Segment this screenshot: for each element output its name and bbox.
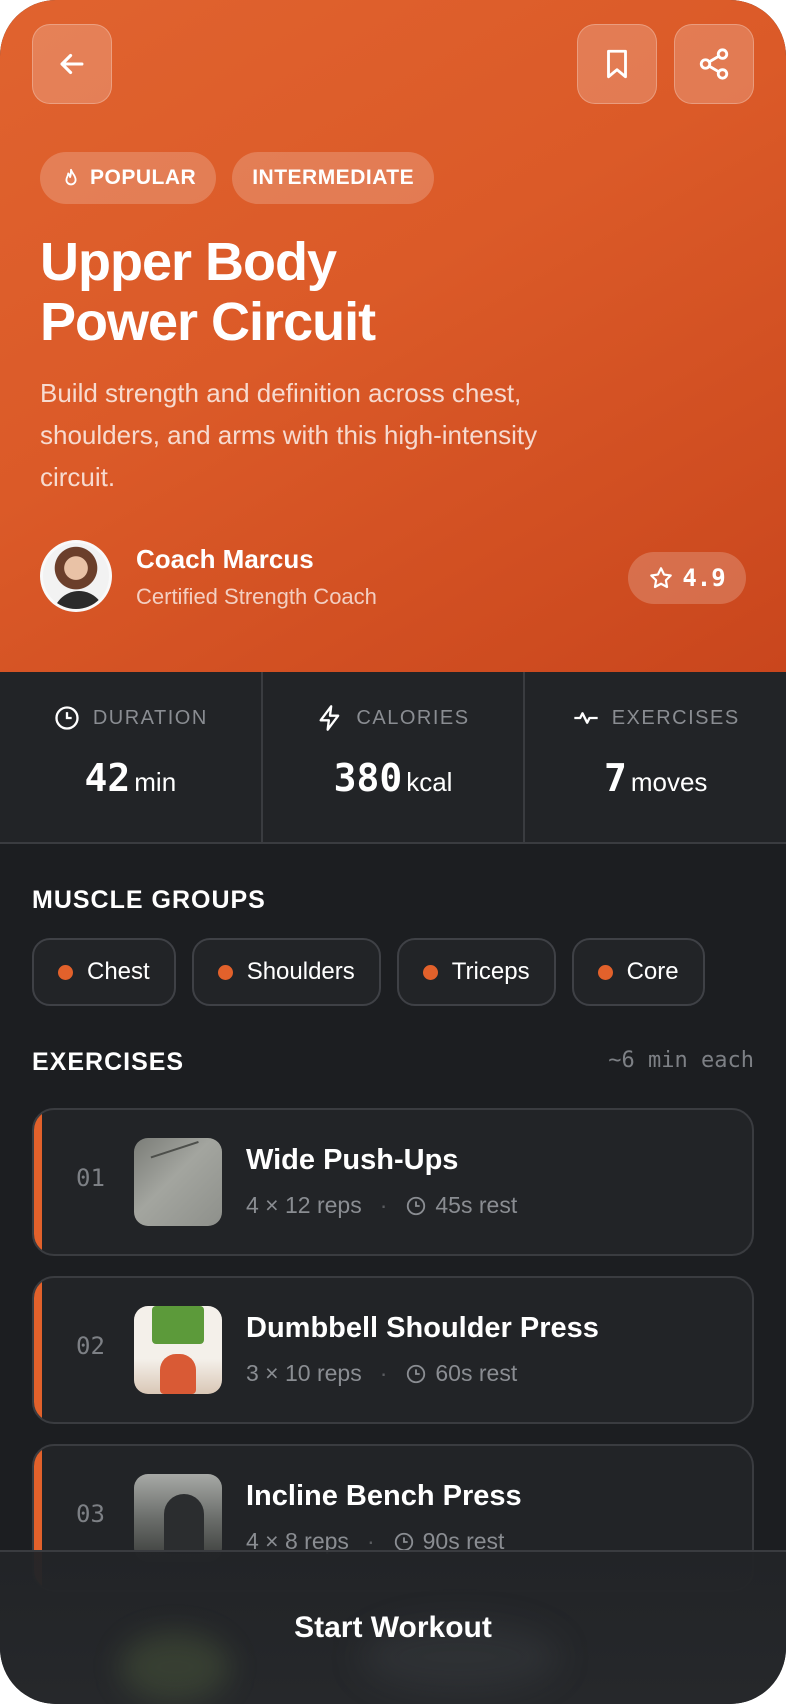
chip-label: Triceps (451, 958, 530, 985)
bookmark-icon (607, 49, 627, 79)
phone-screen: POPULAR INTERMEDIATE Upper Body Power Ci… (0, 0, 786, 1704)
exercise-thumbnail (134, 1138, 222, 1226)
exercise-number: 03 (76, 1500, 105, 1528)
stats-bar: DURATION 42 min CALORIES 380 kcal EXERCISE… (0, 672, 786, 844)
back-button[interactable] (32, 24, 112, 104)
coach-name: Coach Marcus (136, 544, 314, 574)
exercise-rest: 45s rest (435, 1192, 518, 1218)
exercise-card[interactable]: 02 Dumbbell Shoulder Press 3 × 10 reps ·… (32, 1276, 754, 1424)
stat-value: 380 (333, 756, 403, 800)
activity-icon (574, 712, 598, 724)
stat-label: DURATION (92, 706, 208, 729)
star-icon (650, 567, 673, 589)
tag-label: POPULAR (90, 166, 197, 189)
dot-icon (217, 964, 233, 980)
bookmark-button[interactable] (577, 24, 657, 104)
exercise-details: 4 × 12 reps · 45s rest (246, 1192, 518, 1218)
clock-icon (407, 1364, 426, 1383)
stat-calories: CALORIES 380 kcal (263, 672, 526, 842)
rating-badge: 4.9 (628, 552, 746, 604)
workout-description: Build strength and definition across che… (40, 378, 538, 492)
tag-list: POPULAR INTERMEDIATE (40, 152, 435, 204)
exercises-heading: EXERCISES (32, 1048, 185, 1076)
muscle-groups-heading: MUSCLE GROUPS (32, 886, 266, 914)
exercise-card[interactable]: 01 Wide Push-Ups 4 × 12 reps · 45s rest (32, 1108, 754, 1256)
exercise-thumbnail (134, 1306, 222, 1394)
dot-icon (422, 964, 438, 980)
title-line: Power Circuit (40, 292, 376, 352)
dot-icon (597, 964, 613, 980)
exercise-reps: 4 × 12 reps (246, 1192, 362, 1218)
card-accent (34, 1110, 42, 1254)
tag-popular: POPULAR (40, 152, 217, 204)
title-line: Upper Body (40, 232, 337, 292)
share-icon (699, 48, 729, 80)
exercise-thumbnail (134, 1474, 222, 1562)
exercise-name: Dumbbell Shoulder Press (246, 1312, 599, 1344)
chip-label: Core (626, 958, 679, 985)
exercise-rest: 60s rest (435, 1360, 518, 1386)
exercise-details: 3 × 10 reps · 60s rest (246, 1360, 518, 1386)
chip-label: Chest (87, 958, 150, 985)
chip-triceps[interactable]: Triceps (396, 938, 556, 1006)
clock-icon (55, 706, 79, 730)
rating-value: 4.9 (682, 564, 726, 592)
exercise-number: 02 (76, 1332, 105, 1360)
coach-row: Coach Marcus Certified Strength Coach 4.… (40, 540, 746, 612)
avatar[interactable] (40, 540, 112, 612)
card-accent (34, 1278, 42, 1422)
exercise-name: Wide Push-Ups (246, 1144, 459, 1176)
arrow-left-icon (60, 53, 84, 75)
clock-icon (407, 1196, 426, 1215)
chip-shoulders[interactable]: Shoulders (191, 938, 381, 1006)
stat-unit: moves (630, 767, 708, 797)
stat-value: 7 (603, 756, 627, 800)
exercise-name: Incline Bench Press (246, 1480, 522, 1512)
chip-core[interactable]: Core (571, 938, 705, 1006)
workout-title: Upper Body Power Circuit (40, 232, 740, 352)
dot-icon (58, 964, 73, 980)
start-workout-label: Start Workout (294, 1611, 492, 1644)
tag-label: INTERMEDIATE (252, 166, 415, 189)
chip-label: Shoulders (246, 958, 355, 985)
exercise-duration-note: ~6 min each (608, 1048, 754, 1073)
stat-duration: DURATION 42 min (0, 672, 263, 842)
start-workout-button[interactable]: Start Workout (0, 1550, 786, 1704)
exercise-reps: 3 × 10 reps (246, 1360, 362, 1386)
tag-intermediate: INTERMEDIATE (232, 152, 435, 204)
chip-chest[interactable]: Chest (32, 938, 176, 1006)
share-button[interactable] (674, 24, 754, 104)
stat-label: CALORIES (356, 706, 470, 729)
stat-label: EXERCISES (611, 706, 740, 729)
lightning-icon (319, 705, 340, 731)
workout-hero: POPULAR INTERMEDIATE Upper Body Power Ci… (0, 0, 786, 672)
flame-icon (65, 168, 77, 186)
muscle-group-chips: Chest Shoulders Triceps Core (32, 938, 705, 1006)
stat-value: 42 (84, 756, 131, 800)
stat-unit: min (134, 767, 177, 797)
coach-role: Certified Strength Coach (136, 584, 377, 609)
stat-exercises: EXERCISES 7 moves (525, 672, 786, 842)
exercise-number: 01 (76, 1164, 105, 1192)
stat-unit: kcal (406, 767, 453, 797)
